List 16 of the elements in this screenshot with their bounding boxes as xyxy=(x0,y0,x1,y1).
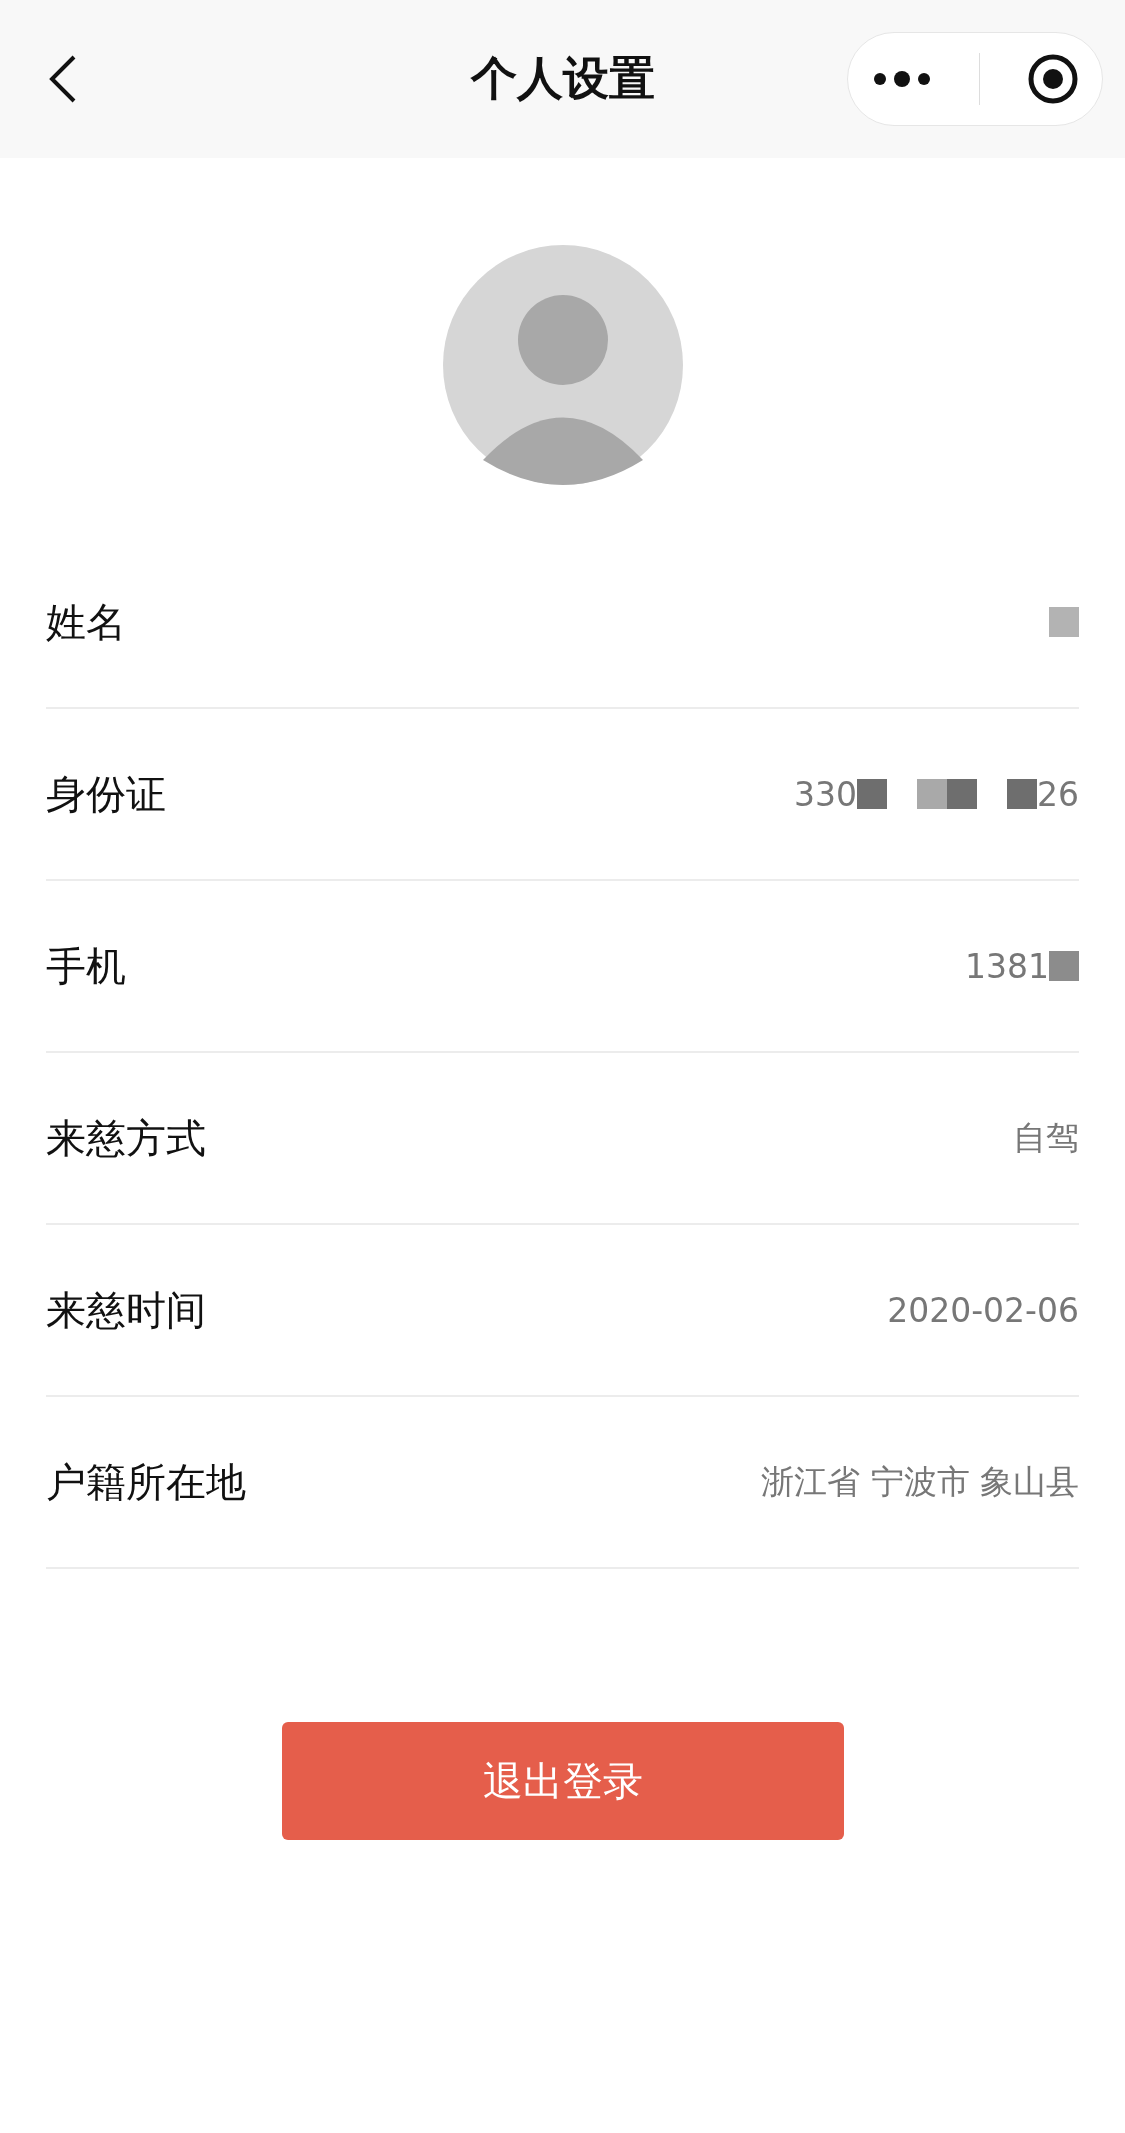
page-title: 个人设置 xyxy=(470,50,655,107)
field-label: 来慈方式 xyxy=(46,1113,206,1163)
field-value: 26 xyxy=(1037,774,1079,814)
field-value: 2020-02-06 xyxy=(887,1290,1079,1330)
more-icon[interactable] xyxy=(871,69,932,89)
field-label: 姓名 xyxy=(46,597,126,647)
field-label: 身份证 xyxy=(46,769,166,819)
back-icon[interactable] xyxy=(48,54,78,104)
field-label: 来慈时间 xyxy=(46,1285,206,1335)
field-value: 330 xyxy=(794,774,857,814)
field-value: 浙江省 宁波市 象山县 xyxy=(761,1460,1079,1503)
logout-button[interactable]: 退出登录 xyxy=(281,1722,844,1840)
field-label: 手机 xyxy=(46,941,126,991)
field-label: 户籍所在地 xyxy=(46,1457,246,1507)
field-value: 1381 xyxy=(965,946,1049,986)
field-value: 自驾 xyxy=(1013,1116,1079,1159)
